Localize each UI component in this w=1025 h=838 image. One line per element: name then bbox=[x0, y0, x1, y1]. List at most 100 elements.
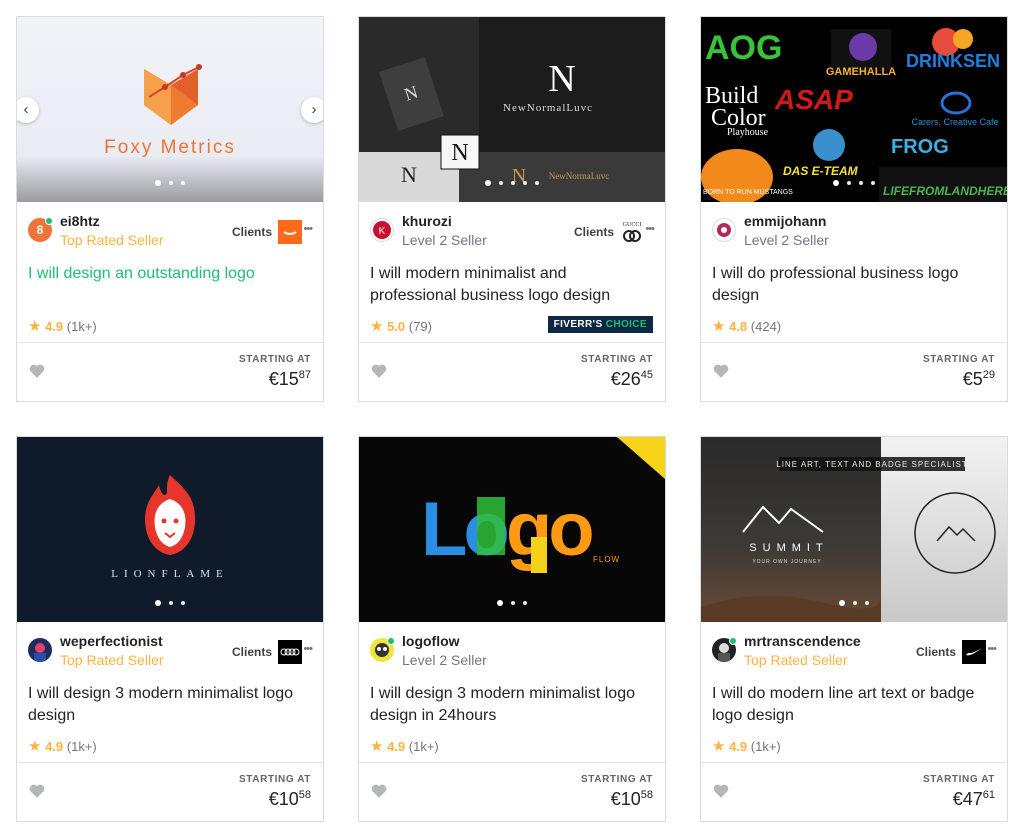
gig-footer: STARTING AT €2645 bbox=[359, 342, 665, 401]
price[interactable]: €1058 bbox=[611, 789, 653, 810]
gig-image[interactable]: Foxy Metrics ‹ › bbox=[17, 17, 323, 202]
more-options-icon[interactable]: ••• bbox=[303, 643, 313, 655]
review-count: (1k+) bbox=[750, 739, 781, 754]
carousel-dot[interactable] bbox=[499, 180, 503, 185]
star-icon: ★ bbox=[370, 738, 384, 755]
client-logo-amazon[interactable] bbox=[278, 220, 302, 244]
more-options-icon[interactable]: ••• bbox=[987, 643, 997, 655]
starting-at-label: STARTING AT bbox=[923, 354, 995, 365]
gig-title[interactable]: I will do professional business logo des… bbox=[712, 263, 996, 307]
price[interactable]: €529 bbox=[963, 369, 995, 390]
rating-value: 4.9 bbox=[45, 319, 64, 334]
seller-name[interactable]: weperfectionist bbox=[60, 633, 163, 649]
carousel-next-button[interactable]: › bbox=[301, 97, 323, 123]
rating-value: 4.9 bbox=[387, 739, 406, 754]
client-logo-audi[interactable] bbox=[278, 640, 302, 664]
gig-title[interactable]: I will design 3 modern minimalist logo d… bbox=[28, 683, 312, 727]
gig-title[interactable]: I will design 3 modern minimalist logo d… bbox=[370, 683, 654, 727]
seller-name[interactable]: ei8htz bbox=[60, 213, 100, 229]
svg-text:Playhouse: Playhouse bbox=[727, 127, 769, 138]
gig-footer: STARTING AT €1587 bbox=[17, 342, 323, 401]
gig-card[interactable]: Logo FLOW logoflow Level 2 Seller I will… bbox=[358, 436, 666, 822]
carousel-dot[interactable] bbox=[853, 600, 857, 605]
carousel-dot[interactable] bbox=[871, 180, 875, 185]
carousel-dot[interactable] bbox=[523, 600, 527, 605]
carousel-dot[interactable] bbox=[859, 180, 863, 185]
avatar[interactable] bbox=[712, 218, 736, 242]
gig-image[interactable]: LINE ART, TEXT AND BADGE SPECIALIST SUMM… bbox=[701, 437, 1007, 622]
carousel-dot[interactable] bbox=[485, 179, 491, 186]
svg-text:DRINKSEN: DRINKSEN bbox=[906, 51, 1000, 71]
carousel-dots bbox=[17, 174, 323, 192]
carousel-dot[interactable] bbox=[511, 180, 515, 185]
gig-title[interactable]: I will modern minimalist and professiona… bbox=[370, 263, 654, 307]
logo-text: LIONFLAME bbox=[111, 568, 229, 580]
carousel-dot[interactable] bbox=[865, 600, 869, 605]
client-logo-gucci[interactable]: GUCCI bbox=[620, 220, 644, 244]
heart-icon[interactable] bbox=[712, 782, 730, 800]
seller-name[interactable]: mrtranscendence bbox=[744, 633, 861, 649]
avatar[interactable]: K bbox=[370, 218, 394, 242]
heart-icon[interactable] bbox=[712, 362, 730, 380]
gig-card[interactable]: N N NewNormalLuvc N N N NewNormaLuvc K k… bbox=[358, 16, 666, 402]
price[interactable]: €1587 bbox=[269, 369, 311, 390]
rating-value: 4.9 bbox=[45, 739, 64, 754]
svg-text:FROG: FROG bbox=[891, 136, 949, 158]
svg-text:LINE ART, TEXT AND BADGE SPECI: LINE ART, TEXT AND BADGE SPECIALIST bbox=[776, 460, 968, 469]
carousel-dot[interactable] bbox=[181, 600, 185, 605]
carousel-dot[interactable] bbox=[847, 180, 851, 185]
heart-icon[interactable] bbox=[28, 362, 46, 380]
heart-icon[interactable] bbox=[370, 362, 388, 380]
gig-footer: STARTING AT €1058 bbox=[17, 762, 323, 821]
carousel-dot[interactable] bbox=[511, 600, 515, 605]
gig-card[interactable]: AOG GAMEHALLA DRINKSEN Build Color Playh… bbox=[700, 16, 1008, 402]
online-indicator bbox=[45, 217, 53, 225]
carousel-dot[interactable] bbox=[833, 179, 839, 186]
client-logo-nike[interactable] bbox=[962, 640, 986, 664]
gig-image[interactable]: N N NewNormalLuvc N N N NewNormaLuvc bbox=[359, 17, 665, 202]
seller-name[interactable]: logoflow bbox=[402, 633, 460, 649]
carousel-dot[interactable] bbox=[155, 179, 161, 186]
heart-icon[interactable] bbox=[370, 782, 388, 800]
carousel-dot[interactable] bbox=[169, 180, 173, 185]
seller-level: Top Rated Seller bbox=[744, 652, 848, 668]
more-options-icon[interactable]: ••• bbox=[645, 223, 655, 235]
rating: ★ 4.9 (1k+) bbox=[712, 737, 781, 755]
online-indicator bbox=[729, 637, 737, 645]
carousel-dot[interactable] bbox=[497, 599, 503, 606]
rating-value: 4.8 bbox=[729, 319, 748, 334]
seller-name[interactable]: emmijohann bbox=[744, 213, 826, 229]
seller-info: 8 ei8htz Top Rated Seller Clients ••• bbox=[28, 211, 313, 251]
avatar[interactable] bbox=[28, 638, 52, 662]
heart-icon[interactable] bbox=[28, 782, 46, 800]
starting-at-label: STARTING AT bbox=[923, 774, 995, 785]
price[interactable]: €1058 bbox=[269, 789, 311, 810]
carousel-dot[interactable] bbox=[523, 180, 527, 185]
gig-card[interactable]: LIONFLAME weperfectionist Top Rated Sell… bbox=[16, 436, 324, 822]
price[interactable]: €4761 bbox=[953, 789, 995, 810]
carousel-dot[interactable] bbox=[169, 600, 173, 605]
starting-at-label: STARTING AT bbox=[239, 774, 311, 785]
price[interactable]: €2645 bbox=[611, 369, 653, 390]
clients-label: Clients bbox=[915, 645, 956, 659]
star-icon: ★ bbox=[370, 318, 384, 335]
gig-title[interactable]: I will design an outstanding logo bbox=[28, 263, 312, 285]
gig-image[interactable]: Logo FLOW bbox=[359, 437, 665, 622]
gig-card[interactable]: Foxy Metrics ‹ › 8 ei8htz Top Rated Sell… bbox=[16, 16, 324, 402]
gig-card[interactable]: LINE ART, TEXT AND BADGE SPECIALIST SUMM… bbox=[700, 436, 1008, 822]
carousel-dot[interactable] bbox=[181, 180, 185, 185]
carousel-dot[interactable] bbox=[155, 599, 161, 606]
gig-image[interactable]: AOG GAMEHALLA DRINKSEN Build Color Playh… bbox=[701, 17, 1007, 202]
svg-text:GUCCI: GUCCI bbox=[623, 222, 642, 228]
carousel-dots bbox=[359, 594, 665, 612]
seller-name[interactable]: khurozi bbox=[402, 213, 452, 229]
seller-level: Top Rated Seller bbox=[60, 232, 164, 248]
carousel-dot[interactable] bbox=[535, 180, 539, 185]
carousel-dot[interactable] bbox=[839, 599, 845, 606]
gig-image[interactable]: LIONFLAME bbox=[17, 437, 323, 622]
carousel-dots bbox=[359, 174, 665, 192]
gig-title[interactable]: I will do modern line art text or badge … bbox=[712, 683, 996, 727]
review-count: (1k+) bbox=[66, 739, 97, 754]
svg-text:Logo: Logo bbox=[421, 487, 592, 572]
more-options-icon[interactable]: ••• bbox=[303, 223, 313, 235]
